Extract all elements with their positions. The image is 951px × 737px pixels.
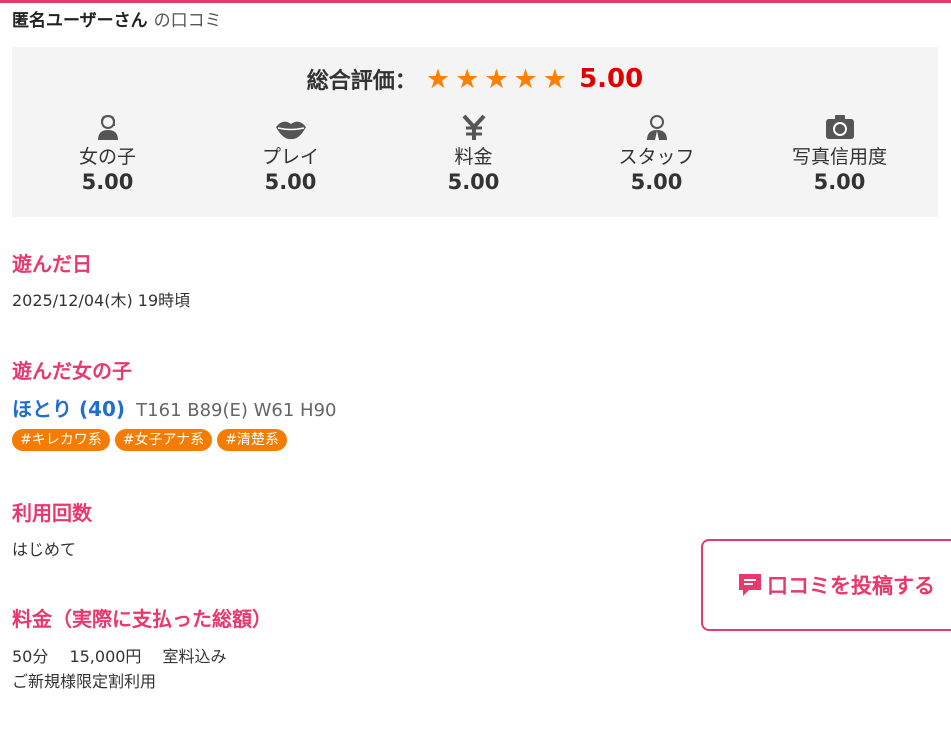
tag-badge[interactable]: #キレカワ系 xyxy=(12,429,110,451)
staff-icon xyxy=(565,110,748,140)
category-score: 5.00 xyxy=(447,170,500,194)
star-rating: ★ ★ ★ ★ ★ xyxy=(426,64,572,95)
overall-rating: 総合評価： ★ ★ ★ ★ ★ 5.00 xyxy=(12,63,938,95)
comment-icon xyxy=(737,572,763,598)
top-accent-bar xyxy=(0,0,951,3)
category-label: 女の子 xyxy=(78,146,136,168)
overall-rating-label: 総合評価： xyxy=(306,69,417,94)
price-title: 料金（実際に支払った総額） xyxy=(12,607,272,631)
review-heading: 匿名ユーザーさん の口コミ xyxy=(12,6,222,31)
category-label: プレイ xyxy=(261,146,319,168)
overall-score: 5.00 xyxy=(579,64,644,94)
star-icon: ★ xyxy=(513,63,538,95)
tag-badge[interactable]: #女子アナ系 xyxy=(114,429,213,451)
category-label: 写真信用度 xyxy=(791,146,887,168)
tag-badge[interactable]: #清楚系 xyxy=(217,429,287,451)
star-icon: ★ xyxy=(484,63,509,95)
usage-count-title: 利用回数 xyxy=(12,501,92,525)
category-price: 料金 5.00 xyxy=(382,110,565,194)
category-ratings: 女の子 5.00 プレイ 5.00 料金 5.00 スタッフ 5.00 写真信用… xyxy=(12,110,938,194)
star-icon: ★ xyxy=(455,63,480,95)
usage-count-value: はじめて xyxy=(12,540,77,559)
girl-section-title: 遊んだ女の子 xyxy=(12,359,132,383)
post-review-button[interactable]: 口コミを投稿する xyxy=(701,539,951,631)
price-discount: ご新規様限定割利用 xyxy=(12,672,157,691)
camera-icon xyxy=(748,110,931,140)
girl-name-link[interactable]: ほとり (40) xyxy=(12,397,125,421)
category-staff: スタッフ 5.00 xyxy=(565,110,748,194)
category-score: 5.00 xyxy=(813,170,866,194)
star-icon: ★ xyxy=(542,63,567,95)
girl-measurements: T161 B89(E) W61 H90 xyxy=(136,400,337,421)
post-review-label: 口コミを投稿する xyxy=(767,574,935,598)
category-label: 料金 xyxy=(454,146,493,168)
category-score: 5.00 xyxy=(264,170,317,194)
visit-date-title: 遊んだ日 xyxy=(12,252,92,276)
lips-icon xyxy=(199,110,382,140)
girl-info: ほとり (40) T161 B89(E) W61 H90 xyxy=(12,393,337,422)
star-icon: ★ xyxy=(425,63,451,95)
category-play: プレイ 5.00 xyxy=(199,110,382,194)
review-heading-suffix: の口コミ xyxy=(153,11,222,31)
reviewer-name: 匿名ユーザーさん xyxy=(12,11,148,31)
rating-summary: 総合評価： ★ ★ ★ ★ ★ 5.00 女の子 5.00 プレイ 5.00 料金 5.… xyxy=(12,47,938,217)
girl-tags: #キレカワ系 #女子アナ系 #清楚系 xyxy=(12,429,292,451)
category-girl: 女の子 5.00 xyxy=(16,110,199,194)
category-label: スタッフ xyxy=(618,146,695,168)
category-score: 5.00 xyxy=(81,170,134,194)
price-detail: 50分 15,000円 室料込み xyxy=(12,647,227,666)
girl-icon xyxy=(16,110,199,140)
category-photo-reliability: 写真信用度 5.00 xyxy=(748,110,931,194)
visit-date-value: 2025/12/04(木) 19時頃 xyxy=(12,291,191,310)
category-score: 5.00 xyxy=(630,170,683,194)
yen-icon xyxy=(382,110,565,140)
